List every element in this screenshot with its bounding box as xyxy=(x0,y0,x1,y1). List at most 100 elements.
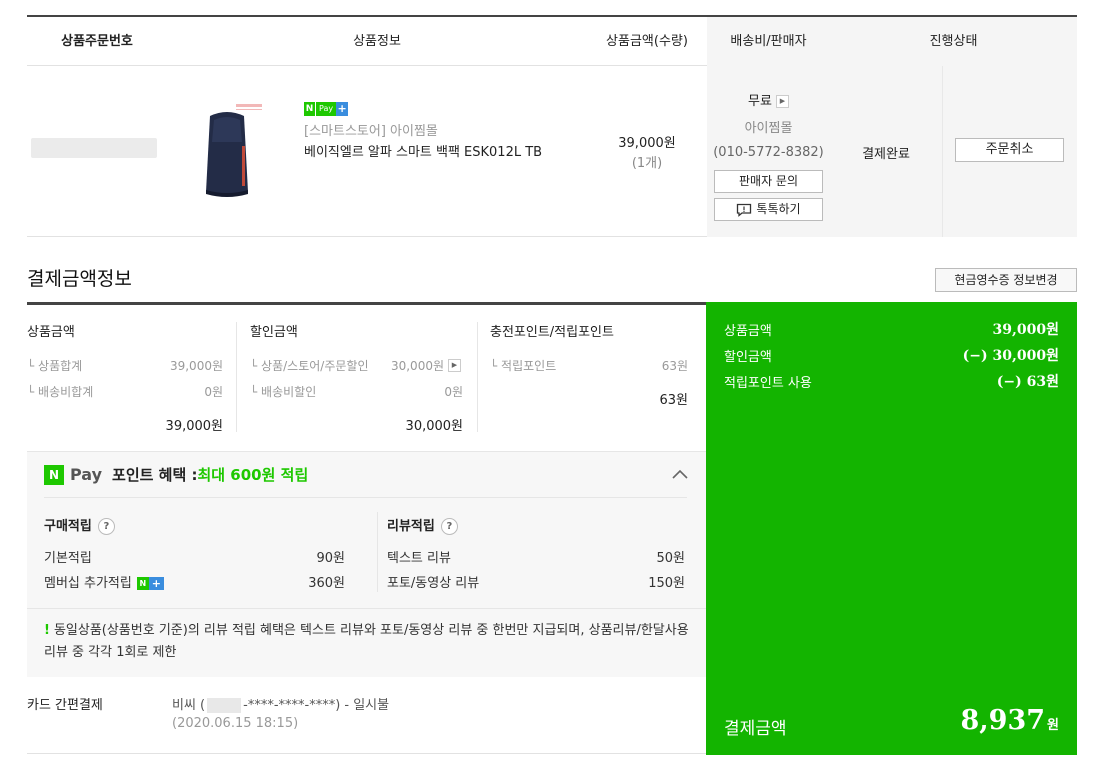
discount-total: 30,000원 xyxy=(405,419,463,434)
npay-n-logo-icon: N xyxy=(44,464,64,485)
photo-review-value: 150원 xyxy=(648,576,685,591)
benefit-max: 최대 600원 적립 xyxy=(197,466,309,484)
npay-plus-icon: + xyxy=(336,102,349,116)
cancel-order-button[interactable]: 주문취소 xyxy=(955,138,1064,162)
purchase-reward-title: 구매적립? xyxy=(44,515,115,535)
summary-final-label: 결제금액 xyxy=(724,719,787,739)
card-masked: -****-****-****) - 일시불 xyxy=(243,698,390,713)
seller-phone: (010-5772-8382) xyxy=(713,145,824,160)
discount-shipping-label: └ 배송비할인 xyxy=(250,385,317,399)
notice-area: ! 동일상품(상품번호 기준)의 리뷰 적립 혜택은 텍스트 리뷰와 포토/동영상… xyxy=(27,608,707,677)
npay-pay-logo: Pay xyxy=(70,465,103,484)
shipping-subtotal-value: 0원 xyxy=(204,385,223,399)
product-name[interactable]: 베이직엘르 알파 스마트 백팩 ESK012L TB xyxy=(304,142,584,164)
discount-product-value: 30,000원 xyxy=(390,359,444,373)
photo-review-label: 포토/동영상 리뷰 xyxy=(387,576,480,591)
header-status: 진행상태 xyxy=(830,17,1077,66)
product-price: 39,000원 xyxy=(618,136,676,151)
membership-reward-label-text: 멤버십 추가적립 xyxy=(44,576,132,591)
review-reward-help-icon[interactable]: ? xyxy=(440,518,458,535)
col-divider-2 xyxy=(477,322,478,432)
product-amount-head: 상품금액 xyxy=(27,325,75,340)
bottom-rule xyxy=(27,753,707,754)
summary-discount-label: 할인금액 xyxy=(724,350,772,365)
payment-summary-panel: 상품금액 39,000원 할인금액 (−) 30,000원 적립포인트 사용 (… xyxy=(706,302,1077,755)
order-number-blurred xyxy=(31,138,157,158)
review-notice-text: 동일상품(상품번호 기준)의 리뷰 적립 혜택은 텍스트 리뷰와 포토/동영상 … xyxy=(44,623,689,660)
order-table-header: 상품주문번호 상품정보 상품금액(수량) 배송비/판매자 진행상태 xyxy=(27,17,1077,66)
review-notice: ! 동일상품(상품번호 기준)의 리뷰 적립 혜택은 텍스트 리뷰와 포토/동영상… xyxy=(44,620,694,664)
text-review-label: 텍스트 리뷰 xyxy=(387,551,451,566)
basic-reward-label: 기본적립 xyxy=(44,551,92,566)
summary-product-label: 상품금액 xyxy=(724,324,772,339)
seller-inquiry-button[interactable]: 판매자 문의 xyxy=(714,170,823,193)
header-product-info: 상품정보 xyxy=(353,34,401,49)
talktalk-label: 톡톡하기 xyxy=(756,202,801,216)
benefit-header: N Pay 포인트 혜택 : 최대 600원 적립 xyxy=(44,464,308,485)
benefit-rule xyxy=(44,497,687,498)
card-prefix: 비씨 ( xyxy=(172,698,206,713)
payment-info-title: 결제금액정보 xyxy=(27,268,132,290)
shipping-seller-cell: 무료 ▶ 아이찜몰 (010-5772-8382) 판매자 문의 톡톡하기 xyxy=(707,66,830,237)
store-name[interactable]: [스마트스토어] 아이찜몰 xyxy=(304,120,438,139)
order-row: N Pay + [스마트스토어] 아이찜몰 베이직엘르 알파 스마트 백팩 ES… xyxy=(27,66,1077,237)
card-number-masked-block xyxy=(207,698,242,713)
discount-product-label: └ 상품/스토어/주문할인 xyxy=(250,359,369,373)
discount-detail-arrow-icon[interactable]: ▶ xyxy=(448,359,461,372)
benefit-col-divider xyxy=(377,512,378,592)
payment-top-rule xyxy=(27,302,707,305)
summary-points-value: (−) 63원 xyxy=(996,374,1059,390)
npay-n-icon: N xyxy=(304,102,315,116)
basic-reward-value: 90원 xyxy=(316,551,345,566)
npay-plus-mini-icon: N + xyxy=(136,577,164,590)
card-payment-detail: 비씨 ( -****-****-****) - 일시불 xyxy=(172,694,389,713)
benefit-title: 포인트 혜택 : xyxy=(112,466,198,484)
points-accumulated-label: └ 적립포인트 xyxy=(490,359,557,373)
shipping-detail-arrow-icon[interactable]: ▶ xyxy=(775,95,789,108)
card-payment-label: 카드 간편결제 xyxy=(27,698,103,713)
shipping-fee: 무료 ▶ xyxy=(707,90,830,109)
header-shipping-seller: 배송비/판매자 xyxy=(707,17,830,66)
summary-final-amount: 8,937 원 xyxy=(960,705,1059,736)
status-divider xyxy=(942,66,943,237)
seller-name: 아이찜몰 xyxy=(744,121,793,136)
card-payment-date: (2020.06.15 18:15) xyxy=(172,716,299,731)
order-status: 결제완료 xyxy=(862,147,910,162)
status-cell: 결제완료 주문취소 xyxy=(830,66,1077,237)
header-order-no: 상품주문번호 xyxy=(61,34,133,49)
points-accumulated-value: 63원 xyxy=(661,359,688,373)
discount-head: 할인금액 xyxy=(250,325,298,340)
col-divider-1 xyxy=(236,322,237,432)
product-amount-total: 39,000원 xyxy=(165,419,223,434)
cash-receipt-change-button[interactable]: 현금영수증 정보변경 xyxy=(935,268,1077,292)
product-subtotal-value: 39,000원 xyxy=(169,359,223,373)
membership-reward-label: 멤버십 추가적립 N + xyxy=(44,572,164,591)
purchase-reward-help-icon[interactable]: ? xyxy=(97,518,115,535)
discount-shipping-value: 0원 xyxy=(444,385,463,399)
chevron-up-icon[interactable] xyxy=(670,466,690,482)
product-image-backpack[interactable] xyxy=(192,102,262,202)
npay-badge: N Pay + xyxy=(304,102,349,116)
header-amount-qty: 상품금액(수량) xyxy=(606,34,688,49)
membership-reward-value: 360원 xyxy=(308,576,345,591)
review-reward-title: 리뷰적립? xyxy=(387,515,458,535)
npay-point-benefit-panel: N Pay 포인트 혜택 : 최대 600원 적립 구매적립? 기본적립 90원… xyxy=(27,451,707,677)
chat-icon xyxy=(737,203,752,217)
text-review-value: 50원 xyxy=(656,551,685,566)
notice-mark-icon: ! xyxy=(44,623,50,638)
talktalk-button[interactable]: 톡톡하기 xyxy=(714,198,823,221)
order-table: 상품주문번호 상품정보 상품금액(수량) 배송비/판매자 진행상태 N Pay … xyxy=(27,15,1077,237)
summary-product-value: 39,000원 xyxy=(992,322,1059,338)
product-subtotal-label: └ 상품합계 xyxy=(27,359,83,373)
summary-points-label: 적립포인트 사용 xyxy=(724,376,812,391)
summary-final-number: 8,937 xyxy=(960,705,1046,736)
shipping-subtotal-label: └ 배송비합계 xyxy=(27,385,94,399)
purchase-reward-title-text: 구매적립 xyxy=(44,519,92,534)
points-total: 63원 xyxy=(659,393,688,408)
npay-pay-label: Pay xyxy=(315,102,337,116)
points-head: 충전포인트/적립포인트 xyxy=(490,325,614,340)
review-reward-title-text: 리뷰적립 xyxy=(387,519,435,534)
product-qty: (1개) xyxy=(631,156,663,171)
summary-final-unit: 원 xyxy=(1047,718,1059,733)
shipping-fee-text: 무료 xyxy=(748,94,772,109)
